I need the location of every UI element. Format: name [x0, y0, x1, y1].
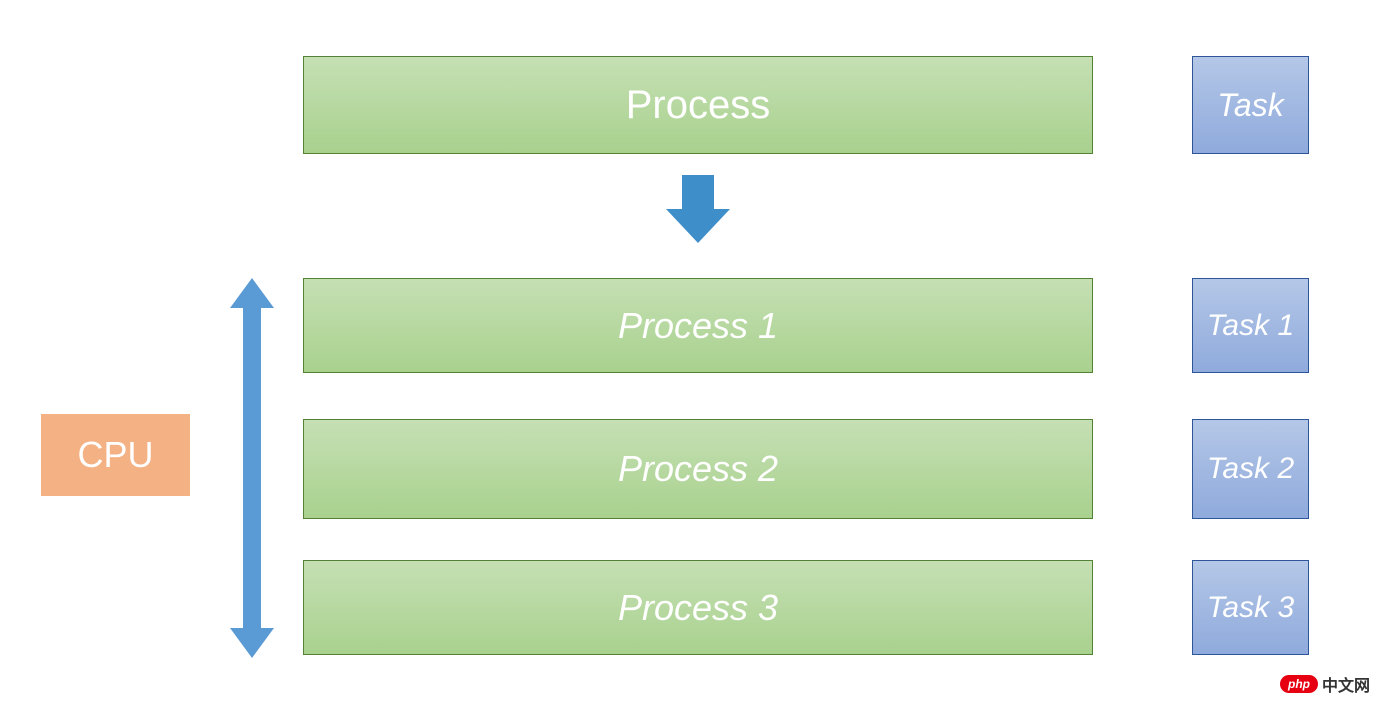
- task-top-label: Task: [1217, 87, 1283, 124]
- watermark-text: 中文网: [1322, 672, 1370, 696]
- updown-arrow-icon: [230, 278, 274, 658]
- diagram-canvas: Process Task CPU Process 1 Task 1 Proces…: [0, 0, 1380, 702]
- process-top-box: Process: [303, 56, 1093, 154]
- process-row-3: Process 3: [303, 560, 1093, 655]
- cpu-label: CPU: [77, 434, 153, 476]
- process-row-1: Process 1: [303, 278, 1093, 373]
- task-row-2: Task 2: [1192, 419, 1309, 519]
- task-row-label: Task 1: [1207, 309, 1294, 343]
- task-row-label: Task 2: [1207, 452, 1294, 486]
- watermark: php 中文网: [1280, 672, 1370, 696]
- task-row-1: Task 1: [1192, 278, 1309, 373]
- process-row-label: Process 2: [618, 448, 778, 490]
- process-row-2: Process 2: [303, 419, 1093, 519]
- task-top-box: Task: [1192, 56, 1309, 154]
- process-top-label: Process: [626, 83, 771, 128]
- cpu-box: CPU: [41, 414, 190, 496]
- process-row-label: Process 1: [618, 305, 778, 347]
- process-row-label: Process 3: [618, 587, 778, 629]
- task-row-label: Task 3: [1207, 591, 1294, 625]
- watermark-logo: php: [1280, 675, 1318, 693]
- task-row-3: Task 3: [1192, 560, 1309, 655]
